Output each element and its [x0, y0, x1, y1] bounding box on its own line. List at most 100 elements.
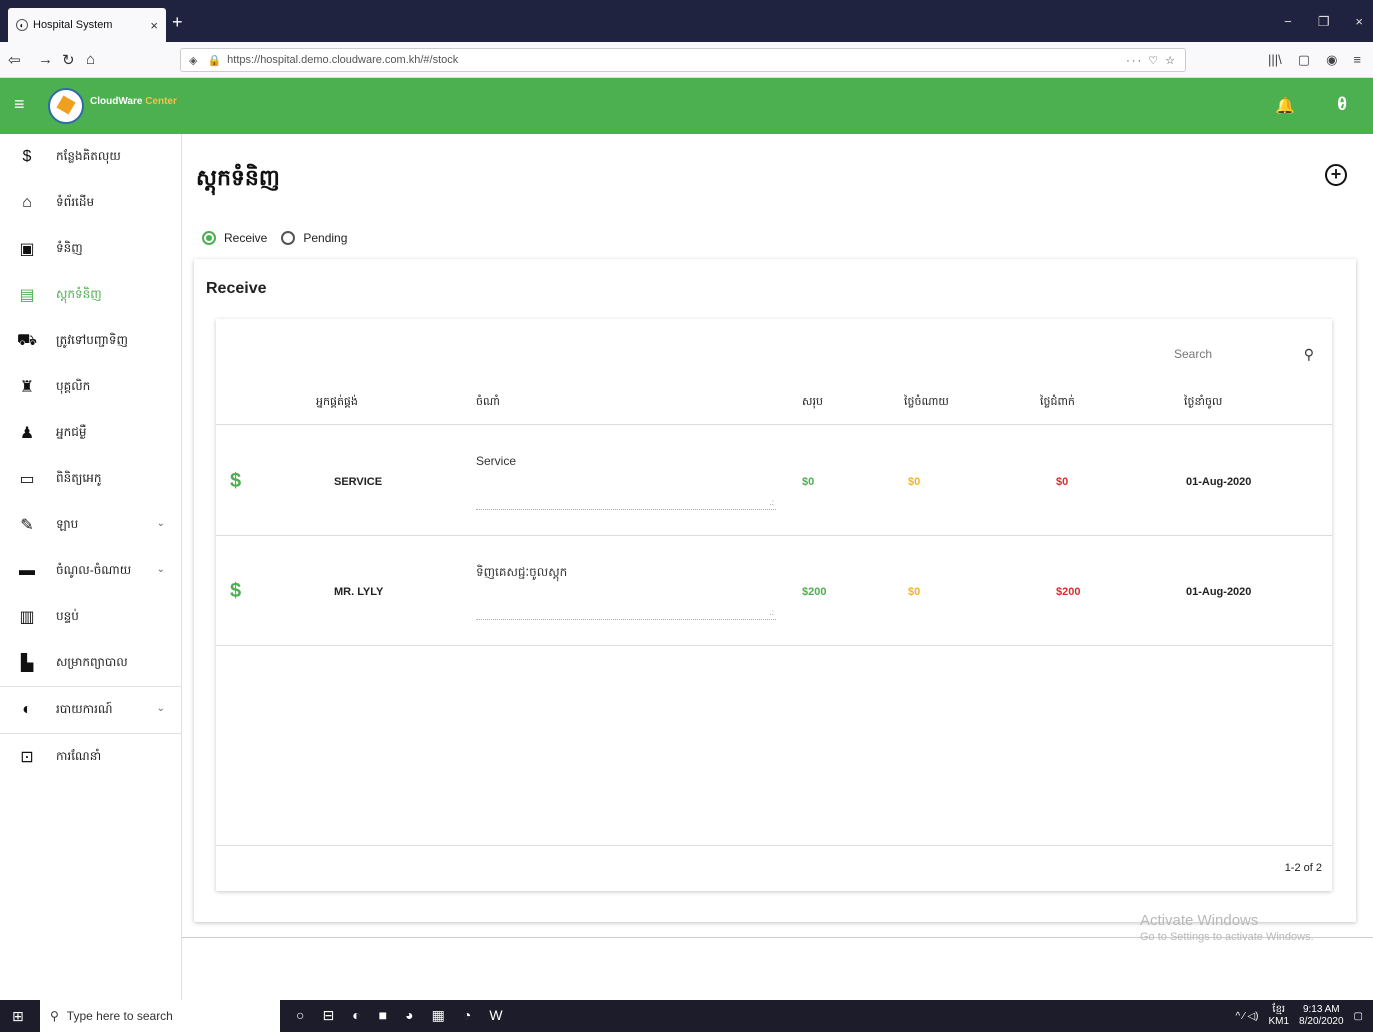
radio-receive-label[interactable]: Receive — [224, 231, 267, 245]
owed-cell: $200 — [1056, 586, 1081, 598]
room-icon: ▥ — [19, 609, 35, 626]
sidebar-item-inpatient[interactable]: ▙ សម្រាកព្យាបាល — [0, 640, 181, 686]
monitor-icon: ▭ — [19, 471, 35, 488]
radio-pending-label[interactable]: Pending — [303, 231, 347, 245]
sidebar-item-echo[interactable]: ▭ ពិនិត្យអេកូ — [0, 456, 181, 502]
column-header[interactable]: ចំណាំ — [476, 395, 500, 411]
sidebar-item-reports[interactable]: ◐ របាយការណ៍ ⌄ — [0, 687, 181, 733]
radio-receive[interactable] — [202, 231, 216, 245]
note-textarea[interactable]: ទិញគេសជ្ជៈចូលស្តុក .: — [476, 564, 776, 620]
sidebar-item-label: កន្លែងគិតលុយ — [56, 149, 121, 163]
patient-icon: ♟ — [19, 425, 35, 442]
url-bar[interactable]: ◈ 🔒 https://hospital.demo.cloudware.com.… — [180, 48, 1186, 72]
stock-table-panel: Search ⚲ អ្នកផ្គត់ផ្គង់ ចំណាំ សរុប ថ្លៃច… — [216, 319, 1332, 891]
home-icon: ⌂ — [22, 194, 32, 211]
lock-icon: 🔒 — [207, 54, 222, 67]
browser-toolbar-right: |||\ ▢ ◉ ≡ — [1268, 52, 1361, 68]
boxes-icon: ▣ — [19, 241, 35, 258]
clock[interactable]: 9:13 AM 8/20/2020 — [1299, 1004, 1344, 1028]
sidebar-item-patients[interactable]: ♟ អ្នកជម្ងឺ — [0, 410, 181, 456]
winrar-icon[interactable]: ▦ — [432, 1007, 445, 1024]
expense-cell: $0 — [908, 476, 921, 488]
sidebar-item-stock[interactable]: ▤ ស្តុកទំនិញ — [0, 272, 181, 318]
resize-grip-icon: .: — [769, 498, 774, 507]
column-header[interactable]: អ្នកផ្គត់ផ្គង់ — [316, 395, 358, 411]
sidebar-item-rooms[interactable]: ▥ បន្ទប់ — [0, 594, 181, 640]
taskbar-apps: ○ ⊟ ◐ ■ ◕ ▦ ◔ W — [296, 1007, 503, 1024]
back-icon[interactable]: ⇦ — [8, 51, 21, 69]
edge-icon[interactable]: ◐ — [352, 1007, 360, 1024]
windows-start-icon[interactable]: ⊞ — [12, 1008, 24, 1025]
taskbar-search-icon: ⚲ — [50, 1009, 59, 1023]
expense-cell: $0 — [908, 586, 921, 598]
notification-bell-icon[interactable]: 🔔 — [1275, 96, 1295, 116]
sidebar-item-to-order[interactable]: ⛟ ត្រូវទៅបញ្ជាទិញ — [0, 318, 181, 364]
browser-menu-icon[interactable]: ≡ — [1353, 52, 1361, 68]
sidebar-toggle-icon[interactable]: ▢ — [1298, 52, 1310, 68]
account-caret-icon[interactable]: ▾ — [1338, 100, 1343, 111]
receive-card: Receive Search ⚲ អ្នកផ្គត់ផ្គង់ ចំណាំ សរ… — [194, 259, 1356, 922]
taskbar-search-input[interactable]: Type here to search — [67, 1009, 173, 1023]
radio-pending[interactable] — [281, 231, 296, 245]
table-footer: 1-2 of 2 — [216, 845, 1332, 891]
sidebar-item-cashier[interactable]: $ កន្លែងគិតលុយ — [0, 134, 181, 180]
sidebar-item-finance[interactable]: ▬ ចំណូល-ចំណាយ ⌄ — [0, 548, 181, 594]
sidebar-item-staff[interactable]: ♜ បុគ្គលិក — [0, 364, 181, 410]
column-header[interactable]: ថ្លៃចំណាយ — [904, 395, 949, 411]
column-header[interactable]: ថ្ងៃនាំចូល — [1184, 395, 1222, 411]
pagination-info: 1-2 of 2 — [1284, 862, 1322, 874]
forward-icon[interactable]: → — [38, 51, 53, 68]
tab-title: Hospital System — [33, 19, 113, 31]
minimize-icon[interactable]: − — [1284, 14, 1292, 30]
cortana-icon[interactable]: ○ — [296, 1007, 304, 1024]
new-tab-button[interactable]: + — [172, 12, 183, 33]
file-explorer-icon[interactable]: ■ — [379, 1007, 387, 1024]
sidebar-item-lab[interactable]: ✎ ឡាប ⌄ — [0, 502, 181, 548]
table-header: អ្នកផ្គត់ផ្គង់ ចំណាំ សរុប ថ្លៃចំណាយ ថ្លៃ… — [216, 395, 1332, 425]
warehouse-icon: ▤ — [19, 287, 35, 304]
search-icon[interactable]: ⚲ — [1304, 346, 1314, 363]
word-icon[interactable]: W — [489, 1007, 502, 1024]
restore-icon[interactable]: ❐ — [1318, 14, 1330, 30]
chevron-down-icon: ⌄ — [156, 703, 165, 714]
search-input[interactable]: Search — [1174, 347, 1212, 361]
column-header[interactable]: សរុប — [802, 395, 823, 411]
tab-close-icon[interactable]: × — [150, 18, 158, 33]
tray-icons[interactable]: ^ ⁄ ◁) — [1236, 1011, 1259, 1022]
home-browser-icon[interactable]: ⌂ — [86, 51, 95, 68]
table-row[interactable]: $ SERVICE Service .: $0 $0 $0 01-Aug-202… — [216, 426, 1332, 536]
supplier-cell: MR. LYLY — [334, 586, 384, 598]
sidebar-item-label: ស្តុកទំនិញ — [56, 287, 102, 301]
table-row[interactable]: $ MR. LYLY ទិញគេសជ្ជៈចូលស្តុក .: $200 $0… — [216, 536, 1332, 646]
hamburger-menu-icon[interactable]: ≡ — [14, 94, 25, 115]
sidebar-item-products[interactable]: ▣ ទំនិញ — [0, 226, 181, 272]
firefox-icon[interactable]: ◕ — [405, 1007, 413, 1024]
column-header[interactable]: ថ្លៃជំពាក់ — [1040, 395, 1075, 411]
money-hand-icon: $ — [230, 580, 242, 602]
money-hand-icon: $ — [230, 470, 242, 492]
note-textarea[interactable]: Service .: — [476, 454, 776, 510]
shield-icon: ◈ — [189, 54, 198, 67]
sidebar-item-label: ពិនិត្យអេកូ — [56, 471, 102, 485]
profile-icon[interactable]: ◉ — [1326, 52, 1337, 68]
search-box[interactable]: Search ⚲ — [1174, 341, 1314, 367]
telegram-icon[interactable]: ◔ — [463, 1007, 471, 1024]
supplier-cell: SERVICE — [334, 476, 383, 488]
page-actions-icon[interactable]: ··· ♡ ☆ — [1126, 54, 1177, 67]
notification-center-icon[interactable]: ▢ — [1354, 1011, 1363, 1022]
browser-tab[interactable]: ◐ Hospital System × — [8, 8, 166, 42]
sidebar-item-label: ការណែនាំ — [56, 749, 102, 763]
language-indicator[interactable]: ខ្មែរ KM1 — [1268, 1004, 1289, 1028]
task-view-icon[interactable]: ⊟ — [322, 1007, 334, 1024]
page-title: ស្តុកទំនិញ — [196, 165, 280, 190]
receipt-icon: $ — [22, 148, 32, 165]
reload-icon[interactable]: ↻ — [62, 51, 75, 69]
finance-icon: ▬ — [19, 562, 35, 579]
library-icon[interactable]: |||\ — [1268, 52, 1282, 68]
add-circle-icon[interactable]: + — [1325, 164, 1347, 186]
window-close-icon[interactable]: × — [1355, 14, 1363, 30]
main-content: ស្តុកទំនិញ + Receive Pending Receive Sea… — [182, 134, 1373, 1000]
sidebar-item-home[interactable]: ⌂ ទំព័រដើម — [0, 180, 181, 226]
taskbar-search[interactable]: ⚲ Type here to search — [40, 1000, 280, 1032]
sidebar-item-guide[interactable]: ⊡ ការណែនាំ — [0, 734, 181, 780]
